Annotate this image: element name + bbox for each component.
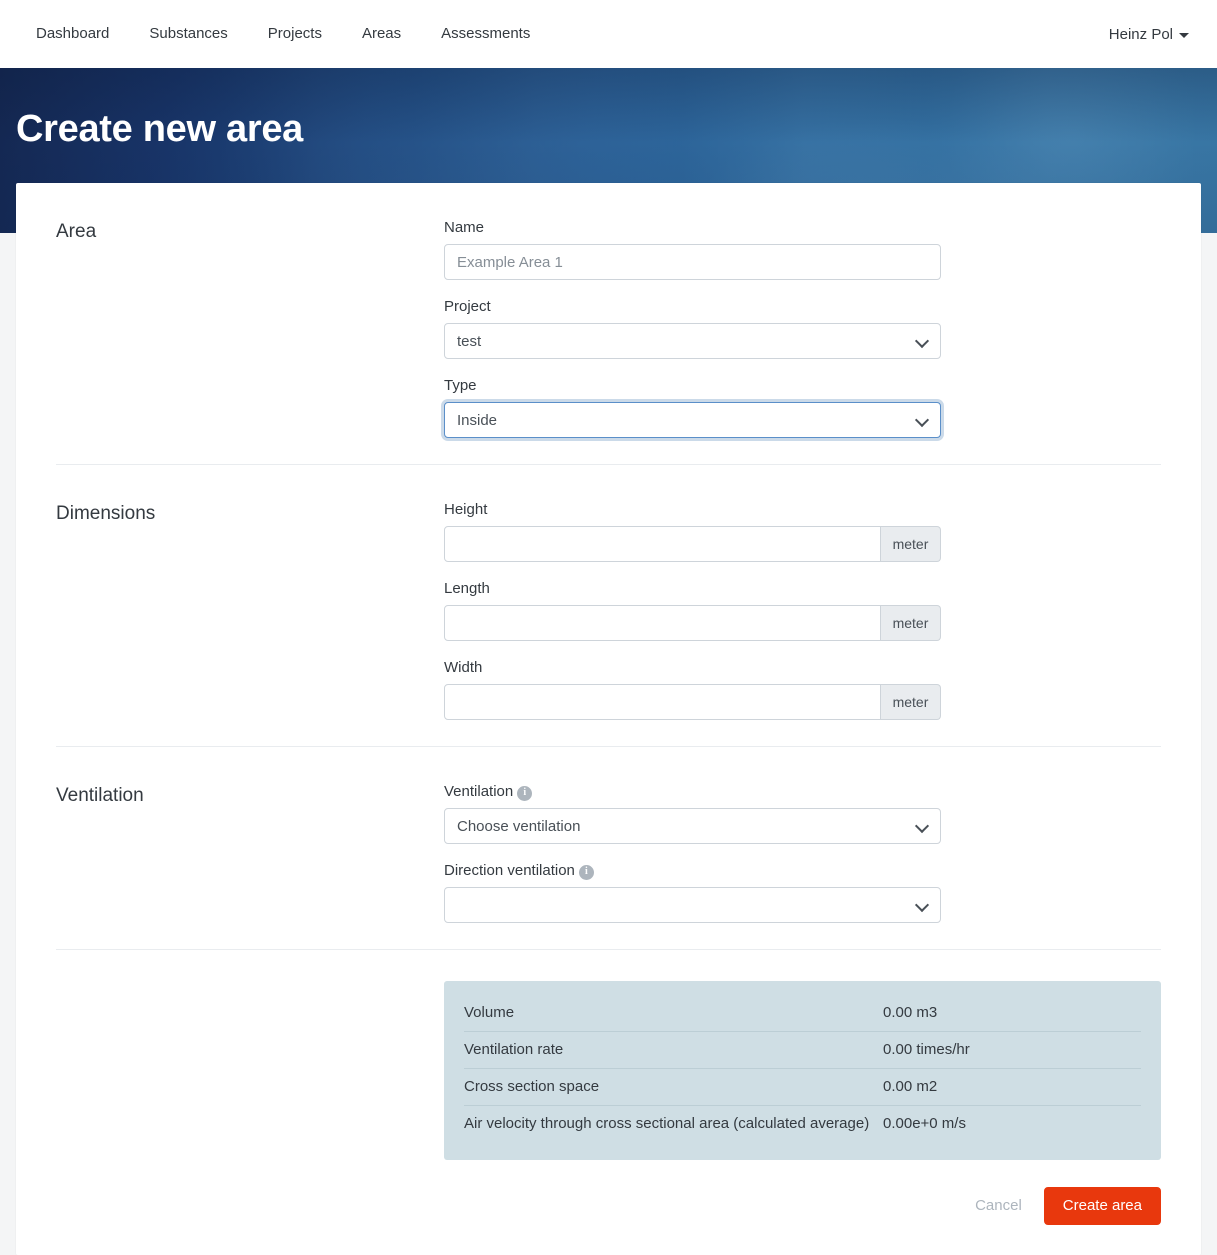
info-icon[interactable]: i bbox=[517, 785, 533, 801]
page-title: Create new area bbox=[16, 108, 303, 150]
section-title-area: Area bbox=[56, 221, 97, 242]
width-input[interactable] bbox=[444, 684, 881, 720]
type-select-wrapper: Inside bbox=[444, 402, 941, 438]
width-unit-addon: meter bbox=[881, 684, 941, 720]
label-ventilation: Ventilation i bbox=[444, 783, 1161, 801]
summary-value-cross-section-space: 0.00 m2 bbox=[883, 1078, 938, 1095]
form-group-direction-ventilation: Direction ventilation i bbox=[444, 862, 1161, 923]
type-select[interactable]: Inside bbox=[444, 402, 941, 438]
summary-label-cross-section-space: Cross section space bbox=[464, 1078, 600, 1095]
top-navbar: Dashboard Substances Projects Areas Asse… bbox=[0, 0, 1217, 68]
label-type: Type bbox=[444, 377, 477, 394]
label-width: Width bbox=[444, 659, 483, 676]
summary-label-volume: Volume bbox=[464, 1004, 515, 1021]
section-ventilation: Ventilation Ventilation i Choose ventilat… bbox=[56, 746, 1161, 949]
summary-row: Air velocity through cross sectional are… bbox=[464, 1105, 1141, 1142]
label-project: Project bbox=[444, 298, 491, 315]
form-group-ventilation: Ventilation i Choose ventilation bbox=[444, 783, 1161, 844]
nav-link-substances[interactable]: Substances bbox=[129, 17, 247, 50]
form-group-project: Project test bbox=[444, 298, 1161, 359]
height-input-group: meter bbox=[444, 526, 941, 562]
summary-spacer bbox=[56, 981, 444, 1160]
ventilation-select[interactable]: Choose ventilation bbox=[444, 808, 941, 844]
summary-label-air-velocity: Air velocity through cross sectional are… bbox=[464, 1115, 870, 1132]
label-direction-ventilation-text: Direction ventilation bbox=[444, 862, 575, 879]
name-input[interactable] bbox=[444, 244, 941, 280]
section-area: Area Name Project test Type I bbox=[56, 183, 1161, 464]
nav-link-dashboard[interactable]: Dashboard bbox=[16, 17, 129, 50]
length-input[interactable] bbox=[444, 605, 881, 641]
navbar-right: Heinz Pol bbox=[1105, 18, 1201, 51]
label-height: Height bbox=[444, 501, 488, 518]
nav-link-assessments[interactable]: Assessments bbox=[421, 17, 550, 50]
summary-value-air-velocity: 0.00e+0 m/s bbox=[883, 1115, 966, 1132]
section-title-ventilation: Ventilation bbox=[56, 785, 144, 806]
form-group-type: Type Inside bbox=[444, 377, 1161, 438]
form-group-width: Width meter bbox=[444, 659, 1161, 720]
section-dimensions: Dimensions Height meter Length meter Wid… bbox=[56, 464, 1161, 746]
project-select[interactable]: test bbox=[444, 323, 941, 359]
height-input[interactable] bbox=[444, 526, 881, 562]
form-footer-actions: Cancel Create area bbox=[56, 1160, 1161, 1255]
section-title-dimensions: Dimensions bbox=[56, 503, 156, 524]
cancel-button[interactable]: Cancel bbox=[971, 1191, 1026, 1221]
project-select-wrapper: test bbox=[444, 323, 941, 359]
label-direction-ventilation: Direction ventilation i bbox=[444, 862, 1161, 880]
length-input-group: meter bbox=[444, 605, 941, 641]
summary-value-ventilation-rate: 0.00 times/hr bbox=[883, 1041, 970, 1058]
width-input-group: meter bbox=[444, 684, 941, 720]
info-icon[interactable]: i bbox=[578, 864, 594, 880]
label-length: Length bbox=[444, 580, 490, 597]
summary-value-volume: 0.00 m3 bbox=[883, 1004, 938, 1021]
caret-down-icon bbox=[1179, 32, 1189, 38]
summary-label-ventilation-rate: Ventilation rate bbox=[464, 1041, 564, 1058]
user-menu[interactable]: Heinz Pol bbox=[1105, 18, 1193, 51]
summary-row: Cross section space 0.00 m2 bbox=[464, 1068, 1141, 1105]
form-group-length: Length meter bbox=[444, 580, 1161, 641]
direction-ventilation-select-wrapper bbox=[444, 887, 941, 923]
summary-row: Volume 0.00 m3 bbox=[464, 995, 1141, 1031]
user-menu-label: Heinz Pol bbox=[1108, 25, 1173, 43]
length-unit-addon: meter bbox=[881, 605, 941, 641]
height-unit-addon: meter bbox=[881, 526, 941, 562]
label-ventilation-text: Ventilation bbox=[444, 783, 514, 800]
section-fields-ventilation: Ventilation i Choose ventilation Directio… bbox=[444, 783, 1161, 923]
create-area-button[interactable]: Create area bbox=[1043, 1187, 1161, 1225]
nav-links: Dashboard Substances Projects Areas Asse… bbox=[16, 25, 550, 43]
section-summary: Volume 0.00 m3 Ventilation rate 0.00 tim… bbox=[56, 949, 1161, 1160]
form-group-name: Name bbox=[444, 219, 1161, 280]
nav-link-areas[interactable]: Areas bbox=[342, 17, 421, 50]
create-area-form-card: Area Name Project test Type I bbox=[16, 183, 1201, 1255]
section-fields-dimensions: Height meter Length meter Width meter bbox=[444, 501, 1161, 720]
ventilation-select-wrapper: Choose ventilation bbox=[444, 808, 941, 844]
form-group-height: Height meter bbox=[444, 501, 1161, 562]
nav-link-projects[interactable]: Projects bbox=[248, 17, 342, 50]
summary-row: Ventilation rate 0.00 times/hr bbox=[464, 1031, 1141, 1068]
section-fields-area: Name Project test Type Inside bbox=[444, 219, 1161, 438]
summary-panel: Volume 0.00 m3 Ventilation rate 0.00 tim… bbox=[444, 981, 1161, 1160]
label-name: Name bbox=[444, 219, 485, 236]
direction-ventilation-select[interactable] bbox=[444, 887, 941, 923]
